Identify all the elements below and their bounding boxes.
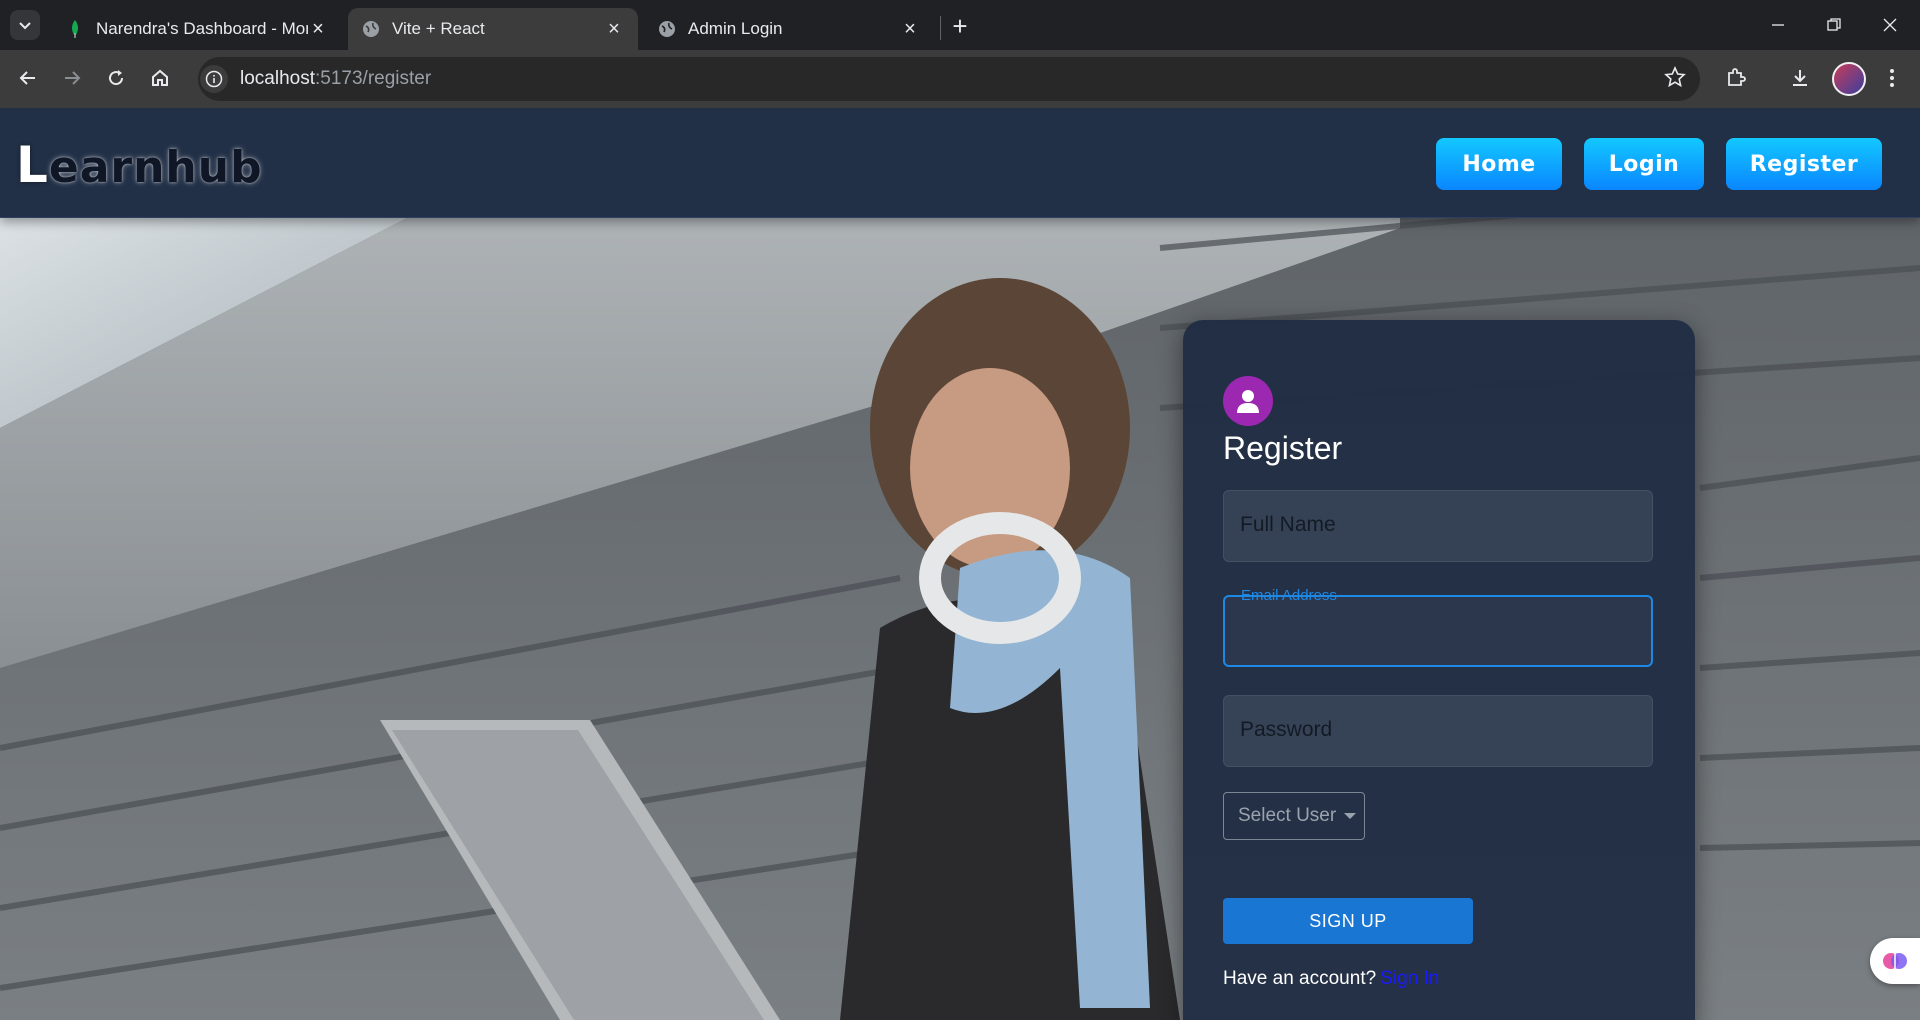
url-text: localhost:5173/register (240, 68, 431, 90)
arrow-right-icon (65, 71, 81, 85)
chevron-down-icon (19, 22, 31, 30)
reload-icon (109, 70, 124, 86)
full-name-field[interactable]: Full Name (1223, 490, 1653, 562)
kebab-menu-icon (1890, 69, 1894, 87)
globe-icon (362, 20, 380, 38)
browser-toolbar: localhost:5173/register (0, 50, 1920, 108)
browser-tab-strip: Narendra's Dashboard - Mongo × Vite + Re… (0, 0, 1920, 50)
full-name-placeholder: Full Name (1240, 513, 1336, 536)
tab-title: Narendra's Dashboard - Mongo (96, 19, 308, 38)
close-icon[interactable]: × (308, 18, 328, 40)
close-icon (1883, 18, 1897, 32)
tab-title: Admin Login (688, 19, 783, 38)
learnhub-logo[interactable]: Learnhub (16, 136, 263, 194)
browser-tab-admin-login[interactable]: Admin Login × (644, 8, 934, 50)
home-icon (152, 69, 168, 86)
have-account-label: Have an account? (1223, 968, 1377, 989)
nav-home-button[interactable]: Home (1436, 138, 1562, 190)
email-field[interactable]: Email Address (1223, 587, 1653, 667)
minimize-button[interactable] (1750, 0, 1806, 50)
forward-button[interactable] (54, 60, 90, 96)
new-tab-button[interactable]: + (944, 10, 976, 42)
logo-first-letter: L (16, 136, 49, 194)
tab-title: Vite + React (392, 19, 485, 38)
close-icon[interactable]: × (900, 18, 920, 40)
url-host: localhost (240, 68, 315, 89)
restore-icon (1827, 18, 1841, 31)
download-icon (1793, 70, 1807, 86)
sign-in-link[interactable]: Sign In (1380, 968, 1439, 989)
register-card: Register Full Name Email Address Passwor… (1183, 320, 1695, 1020)
person-icon (1223, 376, 1273, 426)
globe-icon (658, 20, 676, 38)
floating-extension-button[interactable] (1870, 938, 1920, 984)
address-bar[interactable]: localhost:5173/register (198, 57, 1700, 101)
puzzle-piece-icon (1728, 68, 1746, 86)
home-button[interactable] (142, 60, 178, 96)
tab-separator (940, 16, 941, 40)
web-page: Learnhub Home Login Register Register Fu… (0, 108, 1920, 1020)
browser-menu-button[interactable] (1874, 60, 1910, 96)
email-label: Email Address (1241, 587, 1337, 604)
browser-tab-dashboard[interactable]: Narendra's Dashboard - Mongo × (52, 8, 342, 50)
nav-login-button[interactable]: Login (1584, 138, 1704, 190)
password-placeholder: Password (1240, 718, 1333, 741)
mongodb-leaf-icon (66, 20, 84, 38)
tab-search-button[interactable] (10, 10, 40, 40)
site-navbar: Learnhub Home Login Register (0, 108, 1920, 218)
minimize-icon (1772, 24, 1784, 26)
back-button[interactable] (10, 60, 46, 96)
nav-register-button[interactable]: Register (1726, 138, 1882, 190)
close-window-button[interactable] (1862, 0, 1918, 50)
downloads-button[interactable] (1782, 60, 1818, 96)
arrow-left-icon (19, 71, 35, 85)
browser-tab-vite-react[interactable]: Vite + React × (348, 8, 638, 50)
logo-rest: earnhub (48, 142, 263, 193)
caret-down-icon (1344, 813, 1357, 819)
site-info-icon[interactable] (200, 65, 228, 93)
brain-icon (1883, 953, 1907, 969)
close-icon[interactable]: × (604, 18, 624, 40)
password-field[interactable]: Password (1223, 695, 1653, 767)
restore-button[interactable] (1806, 0, 1862, 50)
extensions-button[interactable] (1718, 60, 1754, 96)
register-heading: Register (1223, 430, 1343, 466)
reload-button[interactable] (98, 60, 134, 96)
profile-avatar[interactable] (1832, 62, 1866, 96)
bookmark-star-icon[interactable] (1664, 66, 1686, 93)
select-user-dropdown[interactable]: Select User (1223, 792, 1365, 840)
url-path: :5173/register (315, 68, 432, 89)
sign-up-button[interactable]: SIGN UP (1223, 898, 1473, 944)
have-account-text: Have an account? Sign In (1223, 968, 1439, 990)
select-user-label: Select User (1238, 805, 1337, 826)
